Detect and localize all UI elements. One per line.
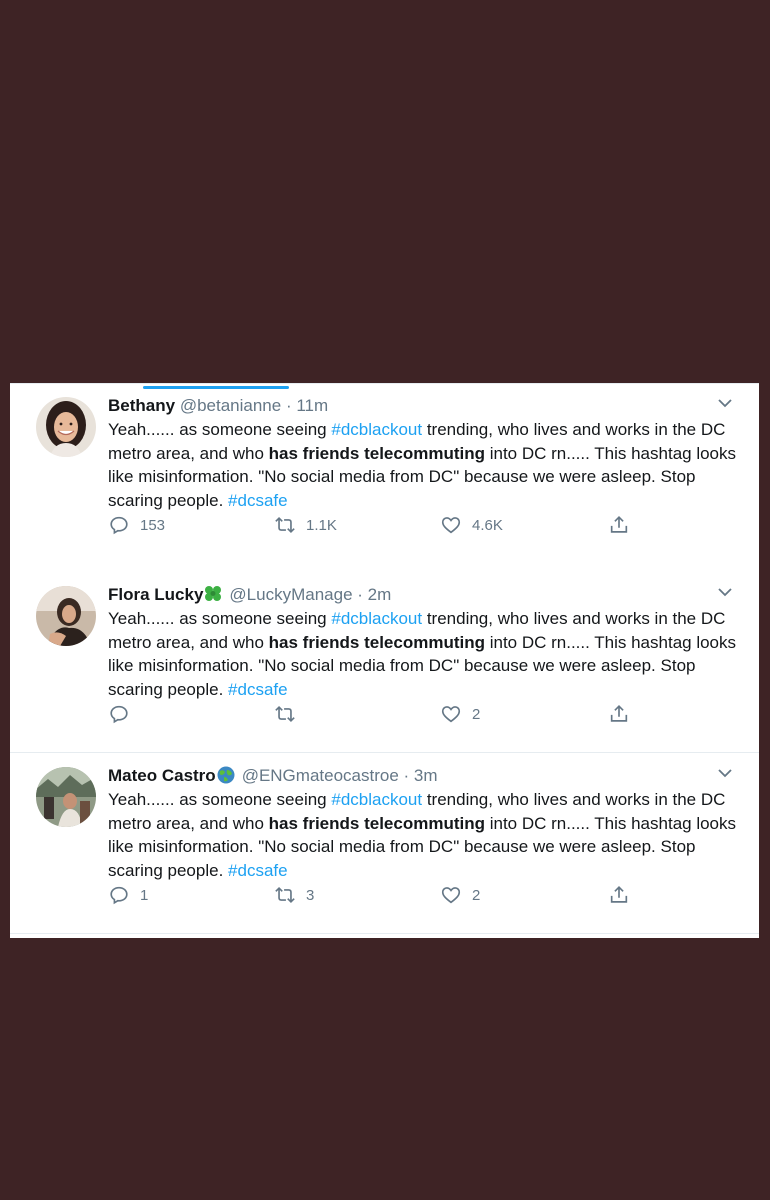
- hashtag-link[interactable]: #dcsafe: [228, 861, 288, 880]
- like-button[interactable]: 2: [440, 883, 480, 907]
- avatar[interactable]: [36, 397, 96, 457]
- timestamp[interactable]: 11m: [296, 396, 328, 415]
- share-icon: [610, 886, 628, 903]
- tweet-actions: 153 1.1K 4.6K: [108, 513, 648, 537]
- reply-icon: [110, 886, 128, 905]
- hashtag-link[interactable]: #dcblackout: [331, 609, 422, 628]
- avatar[interactable]: [36, 586, 96, 646]
- like-count: 2: [472, 705, 481, 723]
- globe-icon: [217, 766, 235, 784]
- handle[interactable]: @betanianne: [180, 396, 281, 415]
- text-part: Yeah...... as someone seeing: [108, 790, 332, 809]
- bold-text: has friends telecommuting: [268, 813, 485, 833]
- reply-button[interactable]: 1: [108, 883, 148, 907]
- tweet-actions: 1 3 2: [108, 883, 648, 907]
- share-icon: [610, 516, 628, 533]
- heart-icon: [441, 706, 461, 723]
- retweet-button[interactable]: [274, 702, 306, 726]
- tweet[interactable]: Flora Lucky @LuckyManage · 2m Yeah......…: [10, 572, 759, 753]
- share-button[interactable]: [608, 883, 630, 907]
- like-count: 4.6K: [472, 516, 503, 534]
- tweet-text: Yeah...... as someone seeing #dcblackout…: [108, 788, 738, 882]
- like-button[interactable]: 4.6K: [440, 513, 503, 537]
- hashtag-link[interactable]: #dcsafe: [228, 680, 288, 699]
- separator: ·: [352, 585, 368, 604]
- display-name[interactable]: Flora Lucky: [108, 585, 203, 604]
- reply-count: 1: [140, 886, 149, 904]
- hashtag-link[interactable]: #dcblackout: [331, 420, 422, 439]
- like-count: 2: [472, 886, 481, 904]
- retweet-button[interactable]: 3: [274, 883, 314, 907]
- tweet[interactable]: Bethany @betanianne · 11m Yeah...... as …: [10, 383, 759, 535]
- tweet-actions: 2: [108, 702, 648, 726]
- four-leaf-clover-icon: [205, 586, 222, 601]
- retweet-count: 1.1K: [306, 516, 337, 534]
- chevron-down-icon[interactable]: [717, 767, 733, 779]
- handle[interactable]: @LuckyManage: [229, 585, 352, 604]
- share-button[interactable]: [608, 702, 630, 726]
- reply-count: 153: [140, 516, 166, 534]
- tweet-text: Yeah...... as someone seeing #dcblackout…: [108, 418, 738, 512]
- retweet-icon: [275, 705, 295, 723]
- tweet-text: Yeah...... as someone seeing #dcblackout…: [108, 607, 738, 701]
- share-button[interactable]: [608, 513, 630, 537]
- text-part: Yeah...... as someone seeing: [108, 420, 332, 439]
- tweet[interactable]: Mateo Castro @ENGmateocastroe · 3m Yeah.…: [10, 753, 759, 934]
- timestamp[interactable]: 3m: [414, 766, 438, 785]
- reply-button[interactable]: 153: [108, 513, 165, 537]
- chevron-down-icon[interactable]: [717, 397, 733, 409]
- display-name[interactable]: Bethany: [108, 396, 175, 415]
- retweet-button[interactable]: 1.1K: [274, 513, 337, 537]
- bold-text: has friends telecommuting: [268, 443, 485, 463]
- timestamp[interactable]: 2m: [368, 585, 392, 604]
- bold-text: has friends telecommuting: [268, 632, 485, 652]
- hashtag-link[interactable]: #dcblackout: [331, 790, 422, 809]
- like-button[interactable]: 2: [440, 702, 480, 726]
- reply-button[interactable]: [108, 702, 140, 726]
- retweet-icon: [275, 516, 295, 534]
- text-part: Yeah...... as someone seeing: [108, 609, 332, 628]
- reply-icon: [110, 705, 128, 724]
- heart-icon: [441, 887, 461, 904]
- separator: ·: [398, 766, 414, 785]
- heart-icon: [441, 517, 461, 534]
- share-icon: [610, 705, 628, 722]
- avatar[interactable]: [36, 767, 96, 827]
- hashtag-link[interactable]: #dcsafe: [228, 491, 288, 510]
- reply-icon: [110, 516, 128, 535]
- tweet-feed: Flora Lucky @LuckyManage · 2m Yeah......…: [10, 383, 759, 938]
- tab-indicator: [143, 386, 289, 389]
- retweet-icon: [275, 886, 295, 904]
- display-name[interactable]: Mateo Castro: [108, 766, 216, 785]
- chevron-down-icon[interactable]: [717, 586, 733, 598]
- retweet-count: 3: [306, 886, 315, 904]
- separator: ·: [281, 396, 297, 415]
- handle[interactable]: @ENGmateocastroe: [242, 766, 399, 785]
